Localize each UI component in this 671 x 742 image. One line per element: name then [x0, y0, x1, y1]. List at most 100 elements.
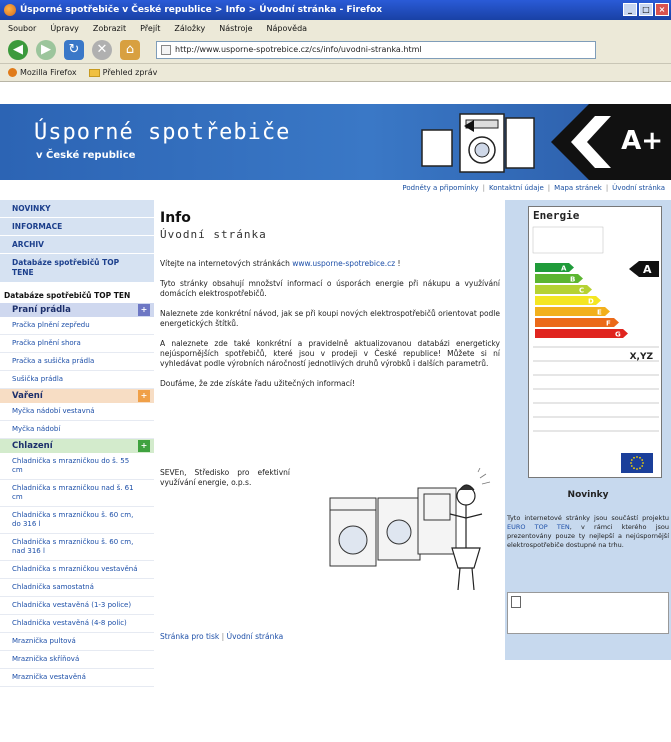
url-text: http://www.usporne-spotrebice.cz/cs/info… — [175, 45, 422, 54]
novinky-box — [507, 592, 669, 634]
sidebar-link[interactable]: Pračka a sušička prádla — [0, 353, 154, 371]
sidebar-link[interactable]: Chladnička s mrazničkou do š. 55 cm — [0, 453, 154, 480]
site-header: Úsporné spotřebiče v České republice A+ — [0, 104, 671, 180]
eu-star — [630, 465, 633, 467]
energy-class-letter: B — [570, 276, 575, 284]
intro-paragraph-2: Naleznete zde konkrétní návod, jak se př… — [160, 309, 500, 328]
menu-prejit[interactable]: Přejít — [140, 24, 160, 33]
sidebar-link[interactable]: Chladnička s mrazničkou š. 60 cm, do 316… — [0, 507, 154, 534]
intro-paragraph-3: A naleznete zde také konkrétní a pravide… — [160, 339, 500, 368]
eu-star — [636, 456, 638, 458]
sidebar-link[interactable]: Chladnička samostatná — [0, 579, 154, 597]
organization-text: SEVEn, Středisko pro efektivní využívání… — [160, 468, 290, 487]
firefox-small-icon — [8, 68, 17, 77]
page-title: Info — [160, 210, 191, 226]
top-links: Podněty a připomínky | Kontaktní údaje |… — [402, 184, 665, 192]
address-bar[interactable]: http://www.usporne-spotrebice.cz/cs/info… — [156, 40, 596, 59]
firefox-icon — [4, 4, 16, 16]
forward-arrow-icon[interactable]: ▶ — [36, 39, 56, 60]
eu-star — [639, 456, 641, 459]
eu-star — [642, 462, 644, 464]
database-heading: Databáze spotřebičů TOP TEN — [4, 291, 131, 300]
page-icon — [161, 44, 171, 55]
window-controls: _ □ × — [623, 3, 669, 16]
novinky-title: Novinky — [567, 490, 609, 500]
menu-zalozky[interactable]: Záložky — [174, 24, 205, 33]
energy-label: Energie ABCDEFGA X,YZ — [528, 206, 662, 478]
sidebar-link[interactable]: Myčka nádobí — [0, 421, 154, 439]
sidebar-link[interactable]: Mraznička skříňová — [0, 651, 154, 669]
welcome-text: Vítejte na internetových stránkách www.u… — [160, 259, 401, 268]
energy-class-bar-b — [535, 274, 583, 283]
link-mapa[interactable]: Mapa stránek — [554, 184, 602, 192]
energy-class-letter: E — [597, 309, 602, 317]
euro-top-ten-link[interactable]: EURO TOP TEN — [507, 523, 570, 531]
appliance-graphic-icon — [421, 113, 535, 173]
link-uvodni[interactable]: Úvodní stránka — [612, 184, 665, 192]
window-title: Úsporné spotřebiče v České republice > I… — [20, 5, 383, 15]
left-sidebar: NOVINKY INFORMACE ARCHIV Databáze spotře… — [0, 200, 154, 742]
eu-flag-icon — [621, 453, 653, 473]
sidebar-link[interactable]: Chladnička s mrazničkou š. 60 cm, nad 31… — [0, 534, 154, 561]
nav-novinky[interactable]: NOVINKY — [0, 200, 154, 218]
stop-icon[interactable]: ✕ — [92, 39, 112, 60]
eu-star — [630, 462, 632, 464]
back-arrow-icon[interactable]: ◀ — [8, 39, 28, 60]
page-subtitle: Úvodní stránka — [160, 228, 267, 241]
sidebar-link[interactable]: Chladnička s mrazničkou nad š. 61 cm — [0, 480, 154, 507]
energy-badge: A+ — [621, 126, 663, 156]
print-link[interactable]: Stránka pro tisk — [160, 632, 219, 641]
category-vareni[interactable]: Vaření + — [0, 389, 154, 403]
window-titlebar: Úsporné spotřebiče v České republice > I… — [0, 0, 671, 20]
link-kontakty[interactable]: Kontaktní údaje — [489, 184, 544, 192]
home-icon[interactable]: ⌂ — [120, 39, 140, 60]
close-button[interactable]: × — [655, 3, 669, 16]
bookmark-prehled-zprav[interactable]: Přehled zpráv — [88, 68, 157, 77]
site-title: Úsporné spotřebiče — [34, 120, 291, 145]
site-link[interactable]: www.usporne-spotrebice.cz — [292, 259, 395, 268]
bottom-links: Stránka pro tisk | Úvodní stránka — [160, 632, 284, 641]
sidebar-link[interactable]: Mraznička vestavěná — [0, 669, 154, 687]
menu-soubor[interactable]: Soubor — [8, 24, 36, 33]
menu-napoveda[interactable]: Nápověda — [267, 24, 308, 33]
bookmarks-toolbar: Mozilla Firefox Přehled zpráv — [0, 64, 671, 82]
minimize-button[interactable]: _ — [623, 3, 637, 16]
main-content: Info Úvodní stránka Vítejte na interneto… — [160, 210, 500, 389]
category-prani[interactable]: Praní prádla + — [0, 303, 154, 317]
expand-icon: + — [138, 304, 150, 316]
folder-icon — [88, 68, 100, 77]
nav-databaze[interactable]: Databáze spotřebičů TOP TENE — [0, 254, 154, 283]
navigation-toolbar: ◀ ▶ ↻ ✕ ⌂ http://www.usporne-spotrebice.… — [0, 36, 671, 64]
eu-star — [633, 456, 635, 459]
site-subtitle: v České republice — [36, 150, 136, 161]
sidebar-link[interactable]: Chladnička vestavěná (4-8 polic) — [0, 615, 154, 633]
menu-nastroje[interactable]: Nástroje — [219, 24, 252, 33]
rating-letter: A — [643, 263, 652, 276]
sidebar-link[interactable]: Pračka plnění zepředu — [0, 317, 154, 335]
maximize-button[interactable]: □ — [639, 3, 653, 16]
expand-icon: + — [138, 440, 150, 452]
sidebar-link[interactable]: Mraznička pultová — [0, 633, 154, 651]
menu-zobrazit[interactable]: Zobrazit — [93, 24, 126, 33]
category-chlazeni[interactable]: Chlazení + — [0, 439, 154, 453]
eu-star — [641, 459, 644, 461]
nav-archiv[interactable]: ARCHIV — [0, 236, 154, 254]
sidebar-link[interactable]: Chladnička vestavěná (1-3 police) — [0, 597, 154, 615]
menu-upravy[interactable]: Úpravy — [50, 24, 79, 33]
energy-class-letter: D — [588, 298, 594, 306]
sidebar-link[interactable]: Pračka plnění shora — [0, 335, 154, 353]
eu-star — [641, 465, 644, 467]
link-podnety[interactable]: Podněty a připomínky — [402, 184, 478, 192]
nav-informace[interactable]: INFORMACE — [0, 218, 154, 236]
bookmark-mozilla-firefox[interactable]: Mozilla Firefox — [8, 68, 77, 77]
main-menu: NOVINKY INFORMACE ARCHIV Databáze spotře… — [0, 200, 154, 283]
sidebar-link[interactable]: Chladnička s mrazničkou vestavěná — [0, 561, 154, 579]
energy-class-letter: F — [606, 320, 611, 328]
home-link[interactable]: Úvodní stránka — [227, 632, 284, 641]
reload-icon[interactable]: ↻ — [64, 39, 84, 60]
broken-image-icon — [511, 596, 521, 608]
intro-paragraph-4: Doufáme, že zde získáte řadu užitečných … — [160, 379, 355, 388]
energy-class-letter: A — [561, 265, 567, 273]
sidebar-link[interactable]: Myčka nádobí vestavná — [0, 403, 154, 421]
sidebar-link[interactable]: Sušička prádla — [0, 371, 154, 389]
